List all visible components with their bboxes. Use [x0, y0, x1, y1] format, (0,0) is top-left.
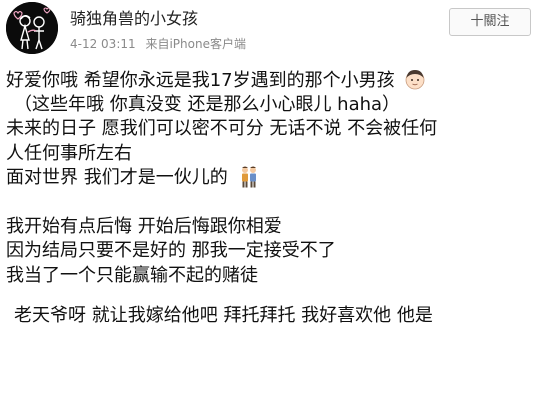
post-text: 好爱你哦 希望你永远是我17岁遇到的那个小男孩: [6, 70, 395, 91]
couple-illustration-icon: [6, 2, 58, 54]
post-text-line: （这些年哦 你真没变 还是那么小心眼儿 haha）: [6, 93, 541, 118]
post-text-line: 老天爷呀 就让我嫁给他吧 拜托拜托 我好喜欢他 他是: [6, 304, 541, 329]
post-date: 4-12 03:11: [70, 37, 136, 51]
post-text: 面对世界 我们才是一伙儿的: [6, 167, 228, 188]
follow-button[interactable]: 十關注: [449, 8, 531, 36]
post-source: 来自iPhone客户端: [145, 37, 246, 51]
avatar[interactable]: [6, 2, 58, 54]
post-text: 我当了一个只能赢输不起的赌徒: [6, 264, 258, 286]
post-body: 好爱你哦 希望你永远是我17岁遇到的那个小男孩 （这些年哦 你真没变 还是那么小…: [6, 68, 541, 329]
post-text-line: 我当了一个只能赢输不起的赌徒: [6, 264, 541, 289]
post-text: 未来的日子 愿我们可以密不可分 无话不说 不会被任何: [6, 118, 438, 139]
post-text-line: 我开始有点后悔 开始后悔跟你相爱: [6, 215, 541, 240]
post-text: 我开始有点后悔 开始后悔跟你相爱: [6, 215, 282, 237]
post-text: 人任何事所左右: [6, 142, 132, 164]
boy-face-emoji-icon: [404, 68, 426, 93]
post-text-line: 好爱你哦 希望你永远是我17岁遇到的那个小男孩: [6, 68, 541, 93]
post-header: 骑独角兽的小女孩 4-12 03:11 来自iPhone客户端 十關注: [0, 0, 545, 62]
post-text: 老天爷呀 就让我嫁给他吧 拜托拜托 我好喜欢他 他是: [14, 305, 433, 326]
post-text: 因为结局只要不是好的 那我一定接受不了: [6, 240, 336, 261]
post-text-line: 未来的日子 愿我们可以密不可分 无话不说 不会被任何: [6, 117, 541, 142]
post-text-line: 人任何事所左右: [6, 142, 541, 167]
author-name[interactable]: 骑独角兽的小女孩: [70, 5, 198, 29]
post-text-line: 因为结局只要不是好的 那我一定接受不了: [6, 239, 541, 264]
couple-emoji-icon: [239, 166, 259, 191]
post-text: （这些年哦 你真没变 还是那么小心眼儿 haha）: [14, 93, 401, 115]
post-text-line: 面对世界 我们才是一伙儿的: [6, 166, 541, 191]
post-meta: 4-12 03:11 来自iPhone客户端: [70, 35, 246, 52]
